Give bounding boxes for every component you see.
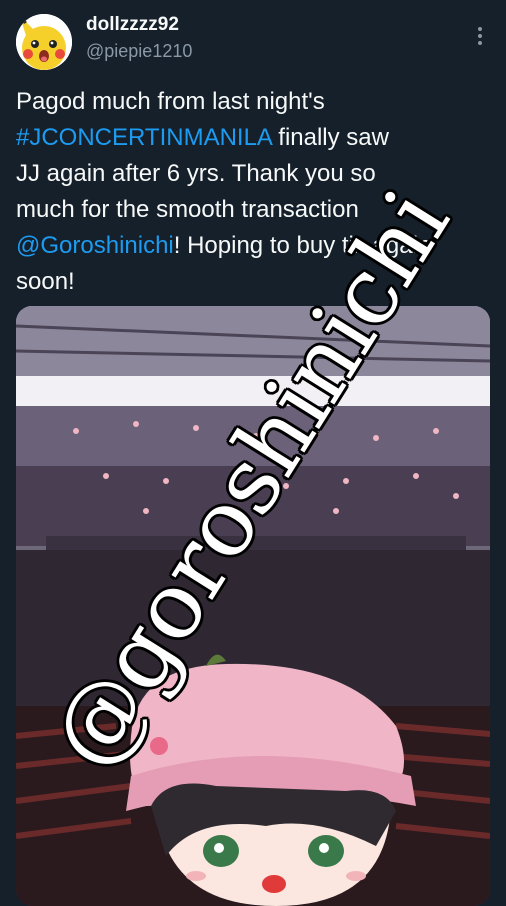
post-text: Pagod much from last night's #JCONCERTIN… [16, 84, 494, 300]
hashtag-link[interactable]: #JCONCERTINMANILA [16, 124, 272, 151]
author-handle[interactable]: @piepie1210 [86, 41, 192, 62]
more-options-icon[interactable] [470, 24, 490, 48]
mention-link[interactable]: @Goroshinichi [16, 232, 174, 259]
post-text-line: #JCONCERTINMANILA finally saw [16, 120, 494, 156]
pikachu-icon [16, 14, 72, 70]
post-text-line: @Goroshinichi! Hoping to buy tix again [16, 228, 494, 264]
post-header: dollzzzz92 @piepie1210 [0, 0, 506, 80]
post-text-line: Pagod much from last night's [16, 88, 325, 115]
post-text-segment: finally saw [271, 124, 389, 151]
post-media-photo[interactable] [16, 306, 490, 906]
concert-plush-photo [16, 306, 490, 906]
post-text-line: JJ again after 6 yrs. Thank you so [16, 160, 376, 187]
post-text-line: much for the smooth transaction [16, 196, 359, 223]
avatar[interactable] [16, 14, 72, 70]
post-text-segment: ! Hoping to buy tix again [173, 232, 432, 259]
author-display-name[interactable]: dollzzzz92 [86, 14, 179, 36]
post-text-line: soon! [16, 268, 75, 295]
